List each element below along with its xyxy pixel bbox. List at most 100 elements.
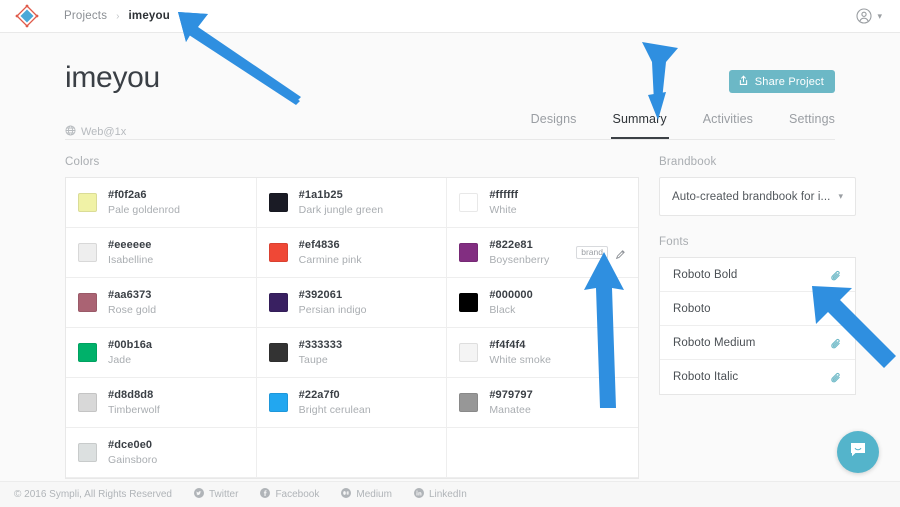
- color-swatch-row[interactable]: #f4f4f4 White smoke: [447, 328, 638, 378]
- color-swatch-row[interactable]: #dce0e0 Gainsboro: [66, 428, 257, 478]
- font-name-label: Roboto: [673, 302, 711, 315]
- color-hex-value: #000000: [489, 288, 533, 301]
- color-name-label: White: [489, 203, 517, 216]
- brand-tag[interactable]: brand: [576, 245, 608, 260]
- font-list-item[interactable]: Roboto Bold: [660, 258, 855, 292]
- color-hex-value: #aa6373: [108, 288, 152, 301]
- twitter-icon: [194, 488, 204, 501]
- color-swatch-row[interactable]: #eeeeee Isabelline: [66, 228, 257, 278]
- font-attach-icon[interactable]: [830, 269, 842, 281]
- color-hex-value: #dce0e0: [108, 438, 153, 451]
- color-swatch-chip: [268, 193, 288, 212]
- fonts-section-label: Fonts: [659, 236, 689, 248]
- color-hex-value: #00b16a: [108, 338, 153, 351]
- colors-section-label: Colors: [65, 156, 100, 168]
- color-swatch-text: #979797 Manatee: [489, 388, 533, 417]
- color-swatch-text: #dce0e0 Gainsboro: [108, 438, 157, 467]
- breadcrumb: Projects › imeyou: [64, 10, 170, 22]
- color-swatch-row[interactable]: #1a1b25 Dark jungle green: [256, 178, 448, 228]
- share-project-label: Share Project: [754, 75, 824, 88]
- color-swatch-row[interactable]: #aa6373 Rose gold: [66, 278, 257, 328]
- color-hex-value: #392061: [298, 288, 343, 301]
- color-swatch-chip: [78, 243, 97, 262]
- color-swatch-text: #eeeeee Isabelline: [108, 238, 153, 267]
- tab-designs[interactable]: Designs: [531, 112, 577, 139]
- share-project-button[interactable]: Share Project: [728, 70, 835, 93]
- color-swatch-chip: [459, 243, 479, 262]
- color-swatch-row[interactable]: #979797 Manatee: [447, 378, 638, 428]
- color-swatch-chip: [78, 293, 97, 312]
- color-cell-empty: [447, 428, 638, 478]
- color-swatch-chip: [78, 343, 97, 362]
- color-swatch-text: #22a7f0 Bright cerulean: [299, 388, 371, 417]
- color-swatch-text: #000000 Black: [489, 288, 533, 317]
- copyright-text: © 2016 Sympli, All Rights Reserved: [14, 489, 172, 500]
- footer-link-label: LinkedIn: [428, 489, 467, 500]
- footer-link-twitter[interactable]: Twitter: [194, 488, 238, 501]
- color-hex-value: #822e81: [489, 238, 533, 251]
- color-swatch-row[interactable]: #22a7f0 Bright cerulean: [256, 378, 448, 428]
- facebook-icon: [260, 488, 271, 501]
- color-swatch-row[interactable]: #00b16a Jade: [66, 328, 257, 378]
- color-name-label: Dark jungle green: [298, 203, 384, 216]
- footer-link-linkedin[interactable]: LinkedIn: [413, 488, 467, 501]
- color-swatch-row[interactable]: #000000 Black: [447, 278, 638, 328]
- tab-settings[interactable]: Settings: [789, 112, 835, 139]
- color-hex-value: #979797: [489, 388, 533, 401]
- color-swatch-text: #d8d8d8 Timberwolf: [108, 388, 160, 417]
- font-attach-icon[interactable]: [830, 303, 842, 315]
- color-swatch-chip: [268, 293, 288, 312]
- color-hex-value: #22a7f0: [298, 388, 340, 401]
- color-swatch-row[interactable]: #f0f2a6 Pale goldenrod: [66, 178, 257, 228]
- footer-link-label: Medium: [356, 489, 392, 500]
- tab-summary[interactable]: Summary: [610, 112, 669, 139]
- font-list-item[interactable]: Roboto Medium: [660, 326, 855, 360]
- colors-panel: Colors #f0f2a6 Pale goldenrod #1a1b25 Dark …: [65, 156, 639, 479]
- color-swatch-chip: [268, 243, 288, 262]
- breadcrumb-current[interactable]: imeyou: [129, 10, 170, 22]
- chat-widget-button[interactable]: [837, 431, 879, 473]
- color-swatch-row[interactable]: #d8d8d8 Timberwolf: [66, 378, 257, 428]
- font-name-label: Roboto Bold: [673, 268, 738, 281]
- color-hex-value: #f0f2a6: [108, 188, 147, 201]
- chat-bubble-icon: [848, 440, 868, 465]
- color-swatch-chip: [78, 193, 97, 212]
- page-title: imeyou: [65, 61, 160, 94]
- footer-link-facebook[interactable]: Facebook: [260, 488, 319, 501]
- color-name-label: White smoke: [489, 353, 552, 366]
- colors-grid: #f0f2a6 Pale goldenrod #1a1b25 Dark jungle …: [65, 177, 639, 479]
- color-swatch-row[interactable]: #333333 Taupe: [256, 328, 448, 378]
- color-swatch-text: #392061 Persian indigo: [299, 288, 367, 317]
- user-circle-icon: [856, 8, 873, 24]
- color-hex-value: #333333: [298, 338, 343, 351]
- font-attach-icon[interactable]: [830, 337, 842, 349]
- sympli-diamond-logo[interactable]: [14, 3, 40, 29]
- color-swatch-row[interactable]: #822e81 Boysenberry brand: [447, 228, 638, 278]
- breadcrumb-projects[interactable]: Projects: [64, 10, 107, 22]
- account-menu[interactable]: ▾: [856, 8, 886, 24]
- color-hex-value: #ef4836: [298, 238, 340, 251]
- color-swatch-row[interactable]: #ef4836 Carmine pink: [256, 228, 448, 278]
- font-list-item[interactable]: Roboto: [660, 292, 855, 326]
- tab-activities[interactable]: Activities: [703, 112, 753, 139]
- color-name-label: Isabelline: [108, 253, 154, 266]
- color-name-label: Carmine pink: [298, 253, 362, 266]
- color-name-label: Bright cerulean: [298, 403, 371, 416]
- top-bar: Projects › imeyou ▾: [0, 0, 900, 33]
- color-swatch-row[interactable]: #ffffff White: [447, 178, 638, 228]
- color-swatch-row[interactable]: #392061 Persian indigo: [256, 278, 448, 328]
- font-list-item[interactable]: Roboto Italic: [660, 360, 855, 394]
- color-swatch-text: #ffffff White: [489, 188, 518, 217]
- font-attach-icon[interactable]: [830, 371, 842, 383]
- pencil-icon[interactable]: [615, 247, 626, 260]
- color-hex-value: #1a1b25: [298, 188, 343, 201]
- color-swatch-text: #f4f4f4 White smoke: [489, 338, 551, 367]
- footer: © 2016 Sympli, All Rights Reserved Twitt…: [0, 481, 900, 507]
- color-swatch-text: #f0f2a6 Pale goldenrod: [108, 188, 180, 217]
- brandbook-select[interactable]: Auto-created brandbook for i... ▾: [659, 177, 856, 216]
- color-row-actions: brand: [576, 245, 626, 260]
- platform-indicator: Web@1x: [65, 125, 126, 139]
- color-name-label: Black: [489, 303, 516, 316]
- footer-link-medium[interactable]: Medium: [341, 488, 392, 501]
- color-cell-empty: [256, 428, 448, 478]
